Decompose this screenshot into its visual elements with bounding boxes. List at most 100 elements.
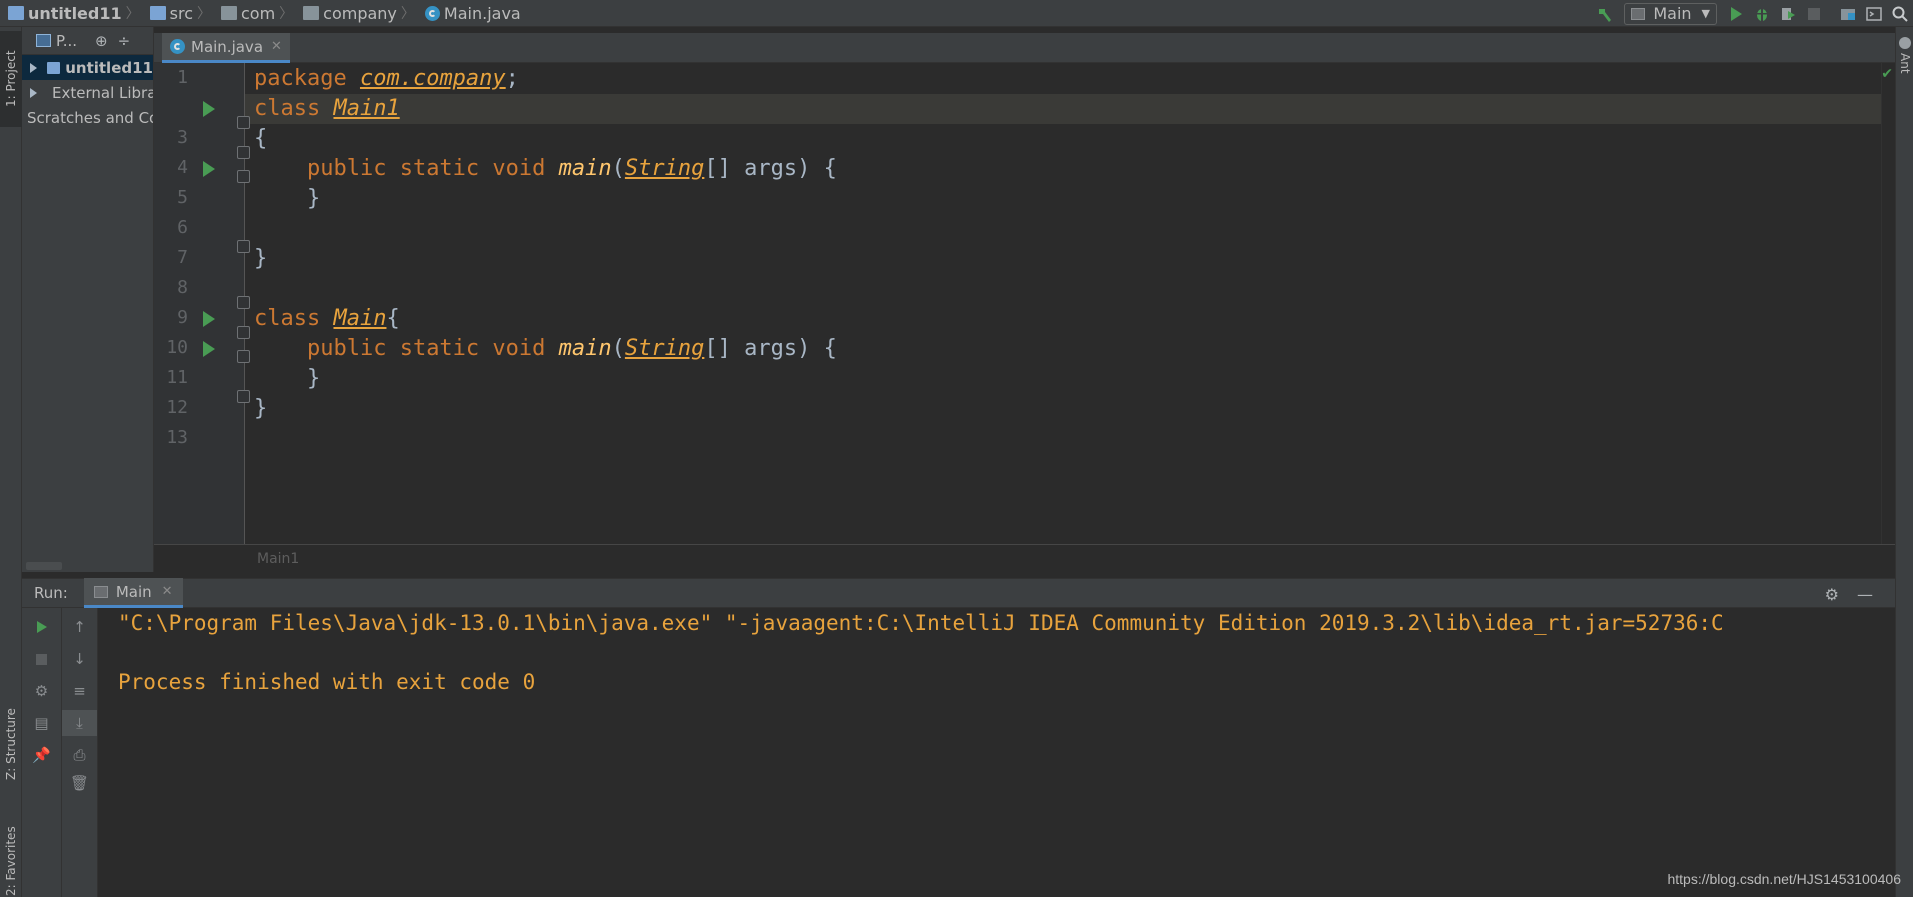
tab-main-java[interactable]: Main.java ✕ <box>162 33 290 63</box>
java-class-icon <box>424 5 440 21</box>
favorites-tool-tab[interactable]: 2: Favorites <box>0 825 22 897</box>
breadcrumb-label: src <box>169 3 193 23</box>
soft-wrap-icon[interactable]: ≡ <box>62 678 97 704</box>
print-icon[interactable]: ⎙ <box>62 742 97 768</box>
breadcrumb-project[interactable]: untitled11 <box>0 0 124 27</box>
console-line: Process finished with exit code 0 <box>118 670 536 694</box>
run-gutter-icon[interactable] <box>203 101 215 117</box>
trash-icon[interactable]: 🗑 <box>62 770 97 796</box>
code-line: public static void main(String[] args) { <box>254 154 1874 184</box>
code-line: public static void main(String[] args) { <box>254 334 1874 364</box>
run-toolbar-primary: ⚙ ▤ 📌 <box>22 608 62 897</box>
code-class-name: Main1 <box>333 96 400 121</box>
scroll-to-end-icon[interactable]: ⤓ <box>62 710 97 736</box>
minimize-icon[interactable]: — <box>1857 585 1873 604</box>
stop-icon[interactable] <box>1801 0 1827 27</box>
collapse-all-icon[interactable]: ÷ <box>118 32 131 50</box>
fold-icon[interactable] <box>237 146 250 159</box>
fold-icon[interactable] <box>237 350 250 363</box>
breadcrumb-company[interactable]: company <box>295 0 399 27</box>
breadcrumb-file[interactable]: Main.java <box>417 0 523 27</box>
line-number: 10 <box>166 337 188 358</box>
project-view-select[interactable]: P... <box>56 32 77 50</box>
breadcrumb-label: company <box>323 3 397 23</box>
code-punct: } <box>254 396 268 421</box>
line-number: 11 <box>166 367 188 388</box>
line-number: 7 <box>177 247 188 268</box>
project-horizontal-scrollbar[interactable] <box>26 562 62 570</box>
code-punct: } <box>254 366 321 391</box>
code-keyword: class <box>254 306 334 331</box>
tree-item-project-root[interactable]: untitled11 <box>22 55 153 80</box>
fold-icon[interactable] <box>237 326 250 339</box>
fold-icon[interactable] <box>237 170 250 183</box>
search-icon[interactable] <box>1887 0 1913 27</box>
locate-icon[interactable]: ⊕ <box>95 32 108 50</box>
code-line: } <box>254 244 1874 274</box>
coverage-icon[interactable] <box>1775 0 1801 27</box>
favorites-tool-tab-label: 2: Favorites <box>4 826 18 896</box>
expand-arrow-icon[interactable] <box>30 87 37 98</box>
line-number: 1 <box>177 67 188 88</box>
down-arrow-icon[interactable]: ↓ <box>62 646 97 672</box>
expand-arrow-icon[interactable] <box>30 62 37 73</box>
run-configuration-select[interactable]: Main ▼ <box>1624 2 1717 25</box>
code-punct: ( <box>611 336 625 361</box>
rerun-icon[interactable] <box>22 614 61 640</box>
run-gutter-icon[interactable] <box>203 341 215 357</box>
project-panel-header[interactable]: P... ⊕ ÷ <box>22 27 153 55</box>
java-class-icon <box>170 39 185 54</box>
code-punct: ) { <box>797 336 837 361</box>
line-number: 6 <box>177 217 188 238</box>
tree-item-label: External Libraries <box>52 83 153 102</box>
package-icon <box>220 6 237 20</box>
editor-vertical-scrollbar[interactable]: ✔ <box>1881 63 1895 544</box>
line-number: 4 <box>177 157 188 178</box>
line-number: 12 <box>166 397 188 418</box>
up-arrow-icon[interactable]: ↑ <box>62 614 97 640</box>
close-icon[interactable]: ✕ <box>162 584 173 599</box>
structure-tool-tab[interactable]: Z: Structure <box>0 699 22 789</box>
stop-icon[interactable] <box>22 646 61 672</box>
run-tab-label: Main <box>115 582 152 601</box>
close-icon[interactable]: ✕ <box>271 39 282 54</box>
code-type: String <box>624 156 705 181</box>
fold-icon[interactable] <box>237 296 250 309</box>
code-method-name: main <box>558 156 612 181</box>
ant-tool-tab[interactable]: Ant <box>1896 37 1913 74</box>
run-tab-main[interactable]: Main ✕ <box>83 578 183 608</box>
project-tool-tab[interactable]: 1: Project <box>0 31 22 127</box>
project-folder-icon <box>47 61 61 74</box>
gear-icon[interactable]: ⚙ <box>1825 585 1839 604</box>
debug-icon[interactable] <box>1749 0 1775 27</box>
run-gutter-icon[interactable] <box>203 161 215 177</box>
code-punct: { <box>386 306 400 331</box>
restore-layout-icon[interactable]: ⚙ <box>22 678 61 704</box>
hammer-icon[interactable] <box>1592 0 1618 27</box>
run-panel-title: Run: <box>34 584 68 602</box>
code-keyword: public static void <box>306 336 559 361</box>
terminal-icon[interactable] <box>1861 0 1887 27</box>
code-punct: [] <box>704 336 745 361</box>
tree-item-external-libraries[interactable]: External Libraries <box>22 80 153 105</box>
code-punct: ) { <box>797 156 837 181</box>
breadcrumb-src[interactable]: src <box>142 0 195 27</box>
layout-icon[interactable]: ▤ <box>22 710 61 736</box>
code-editor[interactable]: 1 3 4 5 6 7 8 9 10 11 12 13 package com.… <box>154 63 1895 544</box>
run-gutter-icon[interactable] <box>203 311 215 327</box>
fold-icon[interactable] <box>237 240 250 253</box>
fold-icon[interactable] <box>237 116 250 129</box>
application-icon <box>1631 7 1646 20</box>
project-structure-icon[interactable] <box>1835 0 1861 27</box>
tree-item-scratches[interactable]: Scratches and Consoles <box>22 105 153 130</box>
run-console[interactable]: "C:\Program Files\Java\jdk-13.0.1\bin\ja… <box>98 608 1895 897</box>
fold-icon[interactable] <box>237 390 250 403</box>
breadcrumb-label: untitled11 <box>28 3 122 23</box>
breadcrumb-com[interactable]: com <box>213 0 277 27</box>
pin-icon[interactable]: 📌 <box>22 742 61 768</box>
run-icon[interactable] <box>1723 0 1749 27</box>
line-number: 9 <box>177 307 188 328</box>
line-number: 13 <box>166 427 188 448</box>
editor-breadcrumb[interactable]: Main1 <box>257 551 299 567</box>
